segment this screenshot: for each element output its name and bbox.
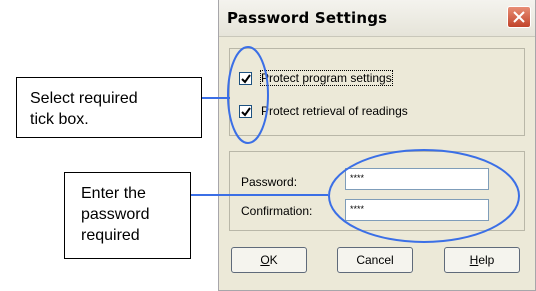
tick-box-highlight-ellipse [227,46,269,144]
annotation-overlay [191,46,520,243]
password-highlight-ellipse [328,149,520,243]
